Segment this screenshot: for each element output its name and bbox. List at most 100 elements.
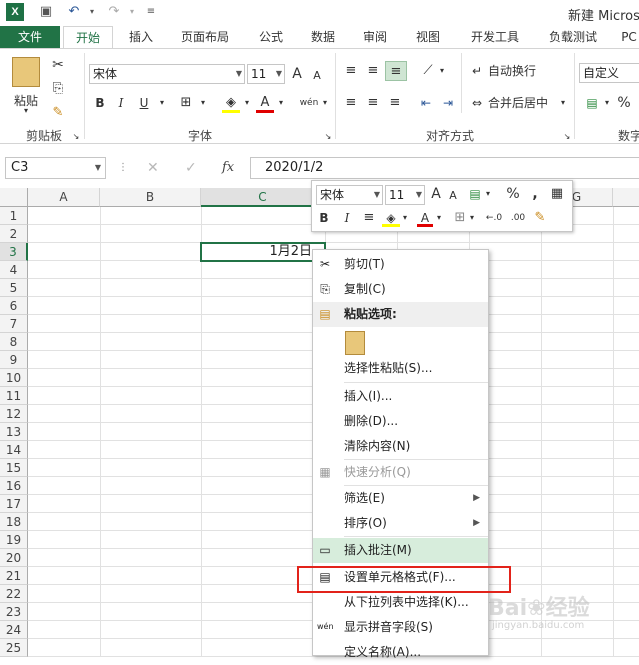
row-header[interactable]: 24 [0,621,28,639]
align-bottom-icon[interactable]: ≡ [385,61,407,81]
mini-center-icon[interactable]: ≡ [361,209,377,227]
merge-center-button[interactable]: 合并后居中 [488,93,556,113]
mini-font-color-dropdown-icon[interactable]: ▾ [435,209,443,227]
formula-input[interactable]: 2020/1/2 [250,157,639,179]
row-header[interactable]: 2 [0,225,28,243]
menu-item-pick-from-list[interactable]: 从下拉列表中选择(K)... [313,590,488,615]
row-header[interactable]: 17 [0,495,28,513]
alignment-launcher-icon[interactable]: ↘ [562,127,572,147]
row-header[interactable]: 1 [0,207,28,225]
phonetic-dropdown-icon[interactable]: ▾ [320,93,330,113]
underline-dropdown-icon[interactable]: ▾ [157,93,167,113]
tab-page-layout[interactable]: 页面布局 [170,26,240,48]
name-box[interactable]: C3 ▼ [5,157,106,179]
undo-icon[interactable]: ↶ [66,4,82,20]
row-header[interactable]: 14 [0,441,28,459]
tab-formulas[interactable]: 公式 [248,26,294,48]
fill-color-icon[interactable]: ◈ [222,93,240,113]
mini-percent-button[interactable]: % [505,185,521,203]
currency-icon[interactable]: ▤ [582,93,602,113]
font-color-dropdown-icon[interactable]: ▾ [276,93,286,113]
redo-dropdown-icon[interactable]: ▾ [124,4,140,20]
column-header-c[interactable]: C [201,188,325,207]
mini-font-color-icon[interactable]: A [417,209,433,227]
menu-item-cut[interactable]: ✂ 剪切(T) [313,252,488,277]
mini-currency-icon[interactable]: ▤ [465,185,485,203]
row-header[interactable]: 20 [0,549,28,567]
row-header[interactable]: 23 [0,603,28,621]
row-header[interactable]: 19 [0,531,28,549]
bold-icon[interactable]: B [93,93,107,113]
italic-icon[interactable]: I [114,93,128,113]
row-header[interactable]: 11 [0,387,28,405]
column-header-b[interactable]: B [100,188,201,207]
row-header[interactable]: 15 [0,459,28,477]
mini-fill-color-icon[interactable]: ◈ [382,209,400,227]
mini-decrease-decimal-icon[interactable]: .00 [508,209,528,227]
tab-view[interactable]: 视图 [405,26,451,48]
row-header[interactable]: 10 [0,369,28,387]
menu-item-quick-analysis[interactable]: ▦ 快速分析(Q) [313,460,488,485]
cancel-icon[interactable]: ✕ [147,157,159,179]
customize-qat-icon[interactable]: ≡ [143,4,159,20]
number-format-combo[interactable]: 自定义 [579,63,639,83]
underline-icon[interactable]: U [137,93,151,113]
menu-item-insert[interactable]: 插入(I)... [313,384,488,409]
wrap-text-button[interactable]: 自动换行 [488,61,546,81]
paste-icon[interactable] [12,57,40,87]
enter-icon[interactable]: ✓ [185,157,197,179]
menu-item-sort[interactable]: 排序(O) ▶ [313,511,488,536]
mini-decrease-font-icon[interactable]: A [447,187,459,205]
mini-italic-icon[interactable]: I [340,209,354,227]
copy-icon[interactable]: ⎘ [48,79,68,99]
menu-item-clear-contents[interactable]: 清除内容(N) [313,434,488,459]
mini-border-icon[interactable]: ⊞ [452,209,468,227]
row-header[interactable]: 9 [0,351,28,369]
row-header[interactable]: 16 [0,477,28,495]
save-icon[interactable]: ▣ [38,4,54,20]
orientation-icon[interactable]: ⟋ [418,61,438,81]
align-left-icon[interactable]: ≡ [341,93,361,113]
tab-load-test[interactable]: 负载测试 [538,26,608,48]
column-header-a[interactable]: A [28,188,100,207]
border-dropdown-icon[interactable]: ▾ [198,93,208,113]
column-header-next[interactable] [613,188,639,207]
row-header[interactable]: 3 [0,243,28,261]
redo-icon[interactable]: ↷ [106,4,122,20]
formula-bar-handle-icon[interactable]: ⋮ [118,157,128,179]
wrap-text-icon[interactable]: ↵ [468,61,486,81]
font-launcher-icon[interactable]: ↘ [323,127,333,147]
fill-dropdown-icon[interactable]: ▾ [242,93,252,113]
tab-developer[interactable]: 开发工具 [460,26,530,48]
row-header[interactable]: 4 [0,261,28,279]
mini-format-painter-icon[interactable]: ✎ [532,209,548,227]
mini-currency-dropdown-icon[interactable]: ▾ [484,185,492,203]
row-header[interactable]: 25 [0,639,28,657]
orientation-dropdown-icon[interactable]: ▾ [437,61,447,81]
row-header[interactable]: 8 [0,333,28,351]
tab-data[interactable]: 数据 [300,26,346,48]
row-header[interactable]: 21 [0,567,28,585]
tab-pc[interactable]: PC [618,26,639,48]
tab-home[interactable]: 开始 [63,26,113,48]
menu-item-filter[interactable]: 筛选(E) ▶ [313,486,488,511]
phonetic-icon[interactable]: wén [298,93,320,113]
mini-increase-font-icon[interactable]: A [429,185,443,203]
align-middle-icon[interactable]: ≡ [363,61,383,81]
paste-dropdown-icon[interactable]: ▾ [16,101,36,121]
cut-icon[interactable]: ✂ [48,55,68,75]
merge-dropdown-icon[interactable]: ▾ [558,93,568,113]
mini-fill-dropdown-icon[interactable]: ▾ [401,209,409,227]
row-header[interactable]: 6 [0,297,28,315]
mini-increase-decimal-icon[interactable]: ←.0 [484,209,504,227]
menu-item-insert-comment[interactable]: ▭ 插入批注(M) [313,538,488,563]
menu-item-paste-special[interactable]: 选择性粘贴(S)... [313,356,488,381]
increase-font-icon[interactable]: A [289,64,305,84]
align-right-icon[interactable]: ≡ [385,93,405,113]
row-header[interactable]: 18 [0,513,28,531]
merge-center-icon[interactable]: ⇔ [468,93,486,113]
menu-item-define-name[interactable]: 定义名称(A)... [313,640,488,665]
tab-insert[interactable]: 插入 [118,26,164,48]
clipboard-launcher-icon[interactable]: ↘ [71,127,81,147]
row-header[interactable]: 5 [0,279,28,297]
